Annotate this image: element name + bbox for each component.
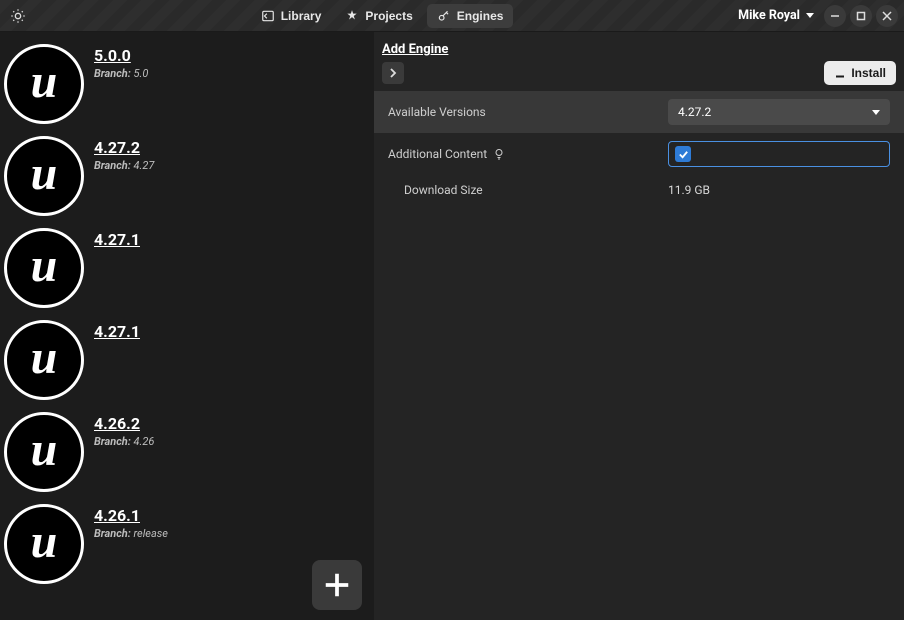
engine-meta: 4.27.1 bbox=[94, 320, 140, 341]
additional-content-label-text: Additional Content bbox=[388, 147, 487, 161]
engine-version: 4.27.1 bbox=[94, 322, 140, 341]
engine-item[interactable]: u 4.27.2 Branch: 4.27 bbox=[0, 130, 374, 222]
engine-branch-label: Branch: bbox=[94, 527, 131, 540]
unreal-logo-glyph: u bbox=[31, 426, 58, 474]
nav-projects-label: Projects bbox=[365, 9, 412, 23]
additional-content-label: Additional Content bbox=[388, 147, 658, 161]
panel-title: Add Engine bbox=[382, 42, 448, 57]
engine-branch-label: Branch: bbox=[94, 159, 131, 172]
window-maximize-button[interactable] bbox=[850, 5, 872, 27]
nav-tabs: Library Projects Engines bbox=[32, 4, 732, 28]
download-size-value: 11.9 GB bbox=[668, 183, 890, 197]
row-additional-content: Additional Content bbox=[374, 133, 904, 175]
download-icon bbox=[834, 67, 846, 79]
engine-version: 4.27.2 bbox=[94, 138, 154, 157]
nav-library-label: Library bbox=[281, 9, 322, 23]
unreal-logo-glyph: u bbox=[31, 150, 58, 198]
install-button-label: Install bbox=[851, 66, 886, 80]
engine-meta: 4.26.1 Branch: release bbox=[94, 504, 168, 540]
unreal-logo: u bbox=[4, 504, 84, 584]
nav-library[interactable]: Library bbox=[251, 4, 332, 28]
titlebar: Library Projects Engines Mike Royal bbox=[0, 0, 904, 32]
engine-item[interactable]: u 4.27.1 bbox=[0, 222, 374, 314]
unreal-logo: u bbox=[4, 44, 84, 124]
engine-meta: 5.0.0 Branch: 5.0 bbox=[94, 44, 148, 80]
engine-branch: Branch: 4.26 bbox=[94, 435, 154, 448]
engine-list: u 5.0.0 Branch: 5.0 u 4.27.2 Branch: 4.27 u 4.2… bbox=[0, 32, 374, 620]
engine-version: 4.27.1 bbox=[94, 230, 140, 249]
engine-branch-label: Branch: bbox=[94, 435, 131, 448]
engine-item[interactable]: u 5.0.0 Branch: 5.0 bbox=[0, 38, 374, 130]
chevron-right-icon bbox=[388, 68, 398, 78]
engine-version: 5.0.0 bbox=[94, 46, 148, 65]
caret-down-icon bbox=[806, 13, 814, 18]
checkbox-checked bbox=[675, 146, 691, 162]
close-icon bbox=[882, 11, 892, 21]
engine-branch-value: 4.26 bbox=[131, 435, 155, 448]
check-icon bbox=[678, 149, 689, 160]
engine-meta: 4.27.2 Branch: 4.27 bbox=[94, 136, 154, 172]
nav-engines[interactable]: Engines bbox=[427, 4, 514, 28]
available-versions-select[interactable]: 4.27.2 bbox=[668, 99, 890, 125]
available-versions-value: 4.27.2 bbox=[678, 105, 711, 119]
app-icon bbox=[10, 8, 26, 24]
unreal-logo: u bbox=[4, 228, 84, 308]
unreal-logo-glyph: u bbox=[31, 334, 58, 382]
unreal-logo-glyph: u bbox=[31, 242, 58, 290]
projects-icon bbox=[345, 9, 359, 23]
library-icon bbox=[261, 9, 275, 23]
available-versions-label: Available Versions bbox=[388, 105, 658, 119]
engine-meta: 4.27.1 bbox=[94, 228, 140, 249]
info-bulb-icon bbox=[493, 148, 505, 160]
engine-branch: Branch: 5.0 bbox=[94, 67, 148, 80]
engine-version: 4.26.2 bbox=[94, 414, 154, 433]
minimize-icon bbox=[830, 11, 840, 21]
engine-branch-value: 5.0 bbox=[131, 67, 149, 80]
panel-subbar: Install bbox=[374, 57, 904, 91]
unreal-logo: u bbox=[4, 412, 84, 492]
panel-header: Add Engine bbox=[374, 32, 904, 57]
additional-content-checkbox[interactable] bbox=[668, 141, 890, 167]
maximize-icon bbox=[856, 11, 866, 21]
username-label: Mike Royal bbox=[738, 8, 800, 23]
engines-icon bbox=[437, 9, 451, 23]
install-button[interactable]: Install bbox=[824, 61, 896, 85]
nav-projects[interactable]: Projects bbox=[335, 4, 422, 28]
titlebar-left bbox=[6, 8, 32, 24]
user-menu[interactable]: Mike Royal bbox=[732, 8, 820, 23]
add-engine-button[interactable] bbox=[312, 560, 362, 610]
unreal-logo-glyph: u bbox=[31, 518, 58, 566]
engine-item[interactable]: u 4.27.1 bbox=[0, 314, 374, 406]
unreal-logo-glyph: u bbox=[31, 58, 58, 106]
row-download-size: Download Size 11.9 GB bbox=[374, 175, 904, 205]
unreal-logo: u bbox=[4, 136, 84, 216]
engine-branch-label: Branch: bbox=[94, 67, 131, 80]
download-size-label: Download Size bbox=[388, 183, 658, 197]
engine-branch: Branch: 4.27 bbox=[94, 159, 154, 172]
nav-engines-label: Engines bbox=[457, 9, 504, 23]
add-engine-panel: Add Engine Install Available Versions 4.… bbox=[374, 32, 904, 620]
engine-version: 4.26.1 bbox=[94, 506, 168, 525]
engine-meta: 4.26.2 Branch: 4.26 bbox=[94, 412, 154, 448]
titlebar-right: Mike Royal bbox=[732, 5, 898, 27]
next-button[interactable] bbox=[382, 62, 404, 84]
window-minimize-button[interactable] bbox=[824, 5, 846, 27]
engine-item[interactable]: u 4.26.2 Branch: 4.26 bbox=[0, 406, 374, 498]
caret-down-icon bbox=[872, 110, 880, 115]
engine-branch-value: 4.27 bbox=[131, 159, 155, 172]
engine-branch-value: release bbox=[131, 527, 168, 540]
plus-icon bbox=[322, 570, 352, 600]
unreal-logo: u bbox=[4, 320, 84, 400]
main: u 5.0.0 Branch: 5.0 u 4.27.2 Branch: 4.27 u 4.2… bbox=[0, 32, 904, 620]
window-close-button[interactable] bbox=[876, 5, 898, 27]
row-available-versions: Available Versions 4.27.2 bbox=[374, 91, 904, 133]
engine-branch: Branch: release bbox=[94, 527, 168, 540]
